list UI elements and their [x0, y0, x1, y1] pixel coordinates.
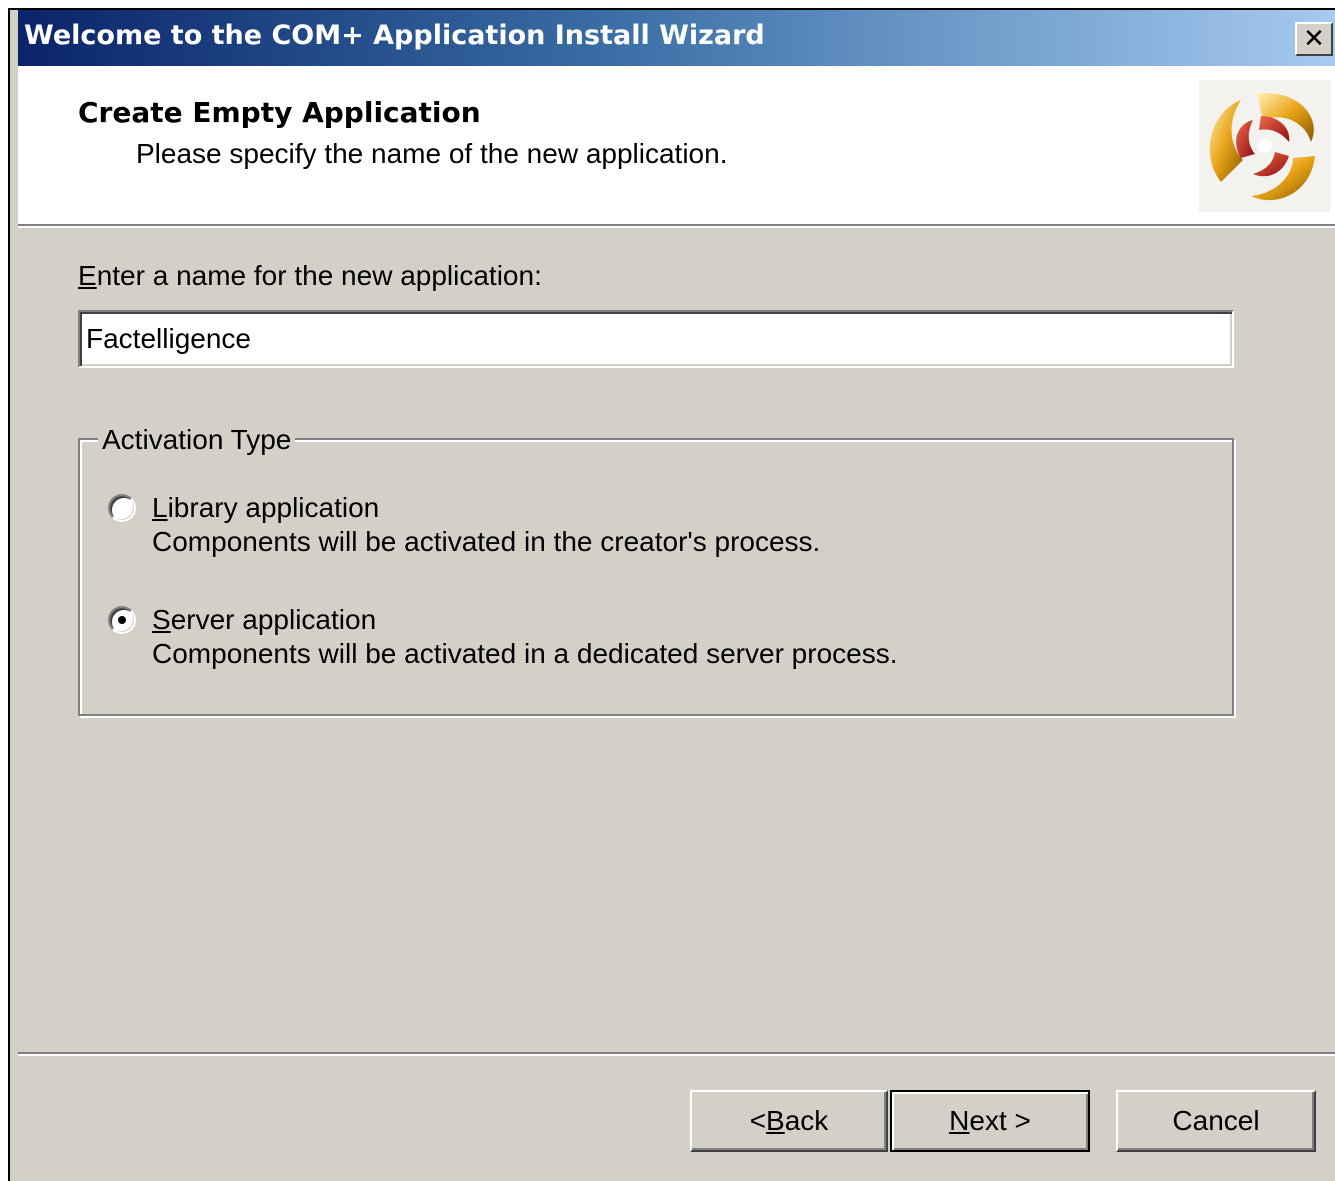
activation-type-legend: Activation Type: [98, 424, 296, 456]
close-icon: ✕: [1303, 24, 1325, 54]
wizard-window: Welcome to the COM+ Application Install …: [8, 8, 1335, 1181]
library-application-label[interactable]: Library application: [152, 492, 379, 524]
server-application-description: Components will be activated in a dedica…: [152, 638, 898, 669]
library-application-description: Components will be activated in the crea…: [152, 526, 821, 557]
back-prefix: <: [749, 1105, 767, 1136]
back-accel: B: [766, 1105, 785, 1136]
window-title: Welcome to the COM+ Application Install …: [24, 20, 765, 51]
cancel-button[interactable]: Cancel: [1116, 1090, 1316, 1152]
com-plus-logo-icon: [1199, 80, 1331, 212]
close-button[interactable]: ✕: [1295, 22, 1333, 56]
application-name-input[interactable]: [78, 310, 1234, 368]
back-button[interactable]: < ​Back: [690, 1090, 888, 1152]
page-title: Create Empty Application: [78, 96, 481, 129]
next-button[interactable]: Next >: [890, 1090, 1090, 1152]
title-bar[interactable]: Welcome to the COM+ Application Install …: [18, 10, 1335, 66]
back-label: ack: [784, 1105, 829, 1136]
next-label: ext >: [969, 1105, 1031, 1136]
library-application-radio[interactable]: [108, 494, 136, 522]
bottom-separator: [18, 1052, 1335, 1056]
wizard-header: Create Empty Application Please specify …: [18, 66, 1335, 228]
server-application-radio[interactable]: [108, 606, 136, 634]
next-accel: N: [949, 1105, 970, 1136]
server-application-label[interactable]: Server application: [152, 604, 376, 636]
page-subtitle: Please specify the name of the new appli…: [136, 138, 728, 169]
name-field-label: Enter a name for the new application:: [78, 260, 542, 291]
activation-type-group: [78, 438, 1234, 716]
